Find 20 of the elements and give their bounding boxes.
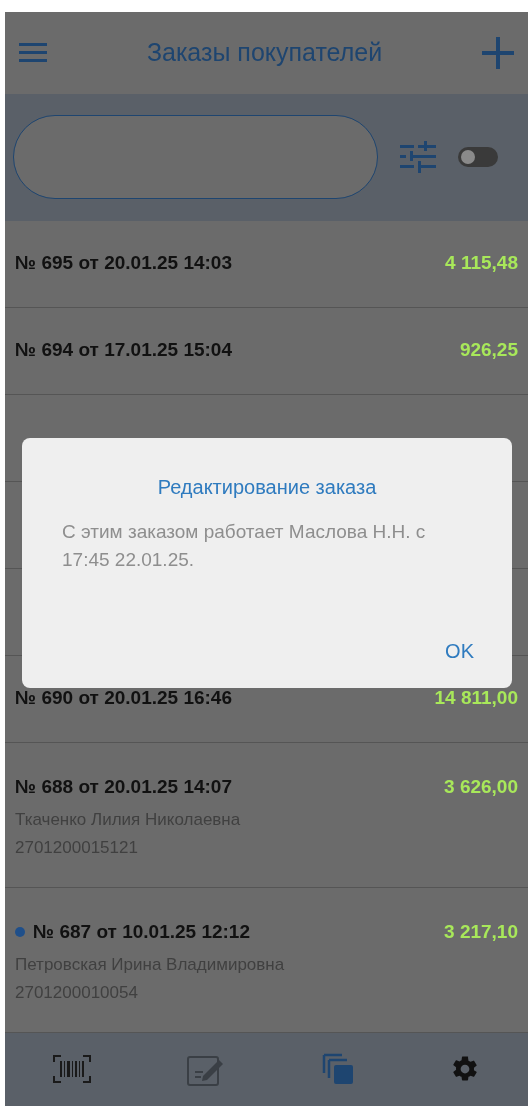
copy-icon[interactable] [321,1053,354,1086]
menu-icon[interactable] [19,43,47,64]
order-amount: 3 626,00 [444,774,518,799]
order-amount: 926,25 [459,338,518,363]
order-title: № 687 от 10.01.25 12:12 [33,919,250,944]
order-title: № 695 от 20.01.25 14:03 [15,251,232,276]
dialog-title: Редактирование заказа [157,475,377,500]
order-amount: 14 811,00 [434,686,518,711]
order-title: № 690 от 20.01.25 16:46 [15,686,232,711]
order-title: № 688 от 20.01.25 14:07 [15,774,232,799]
plus-icon[interactable] [482,37,514,70]
toggle-switch[interactable] [458,147,498,168]
ok-button[interactable]: OK [439,632,480,670]
header-title: Заказы покупателей [146,37,383,69]
sliders-icon[interactable] [400,141,436,174]
order-amount: 4 115,48 [445,251,518,276]
dialog-message: С этим заказом работает Маслова Н.Н. с 17:45 22.01.25. [62,520,427,572]
order-amount: 3 217,10 [444,919,518,944]
barcode-scan-icon[interactable] [53,1054,92,1085]
order-title: № 694 от 17.01.25 15:04 [15,338,232,363]
